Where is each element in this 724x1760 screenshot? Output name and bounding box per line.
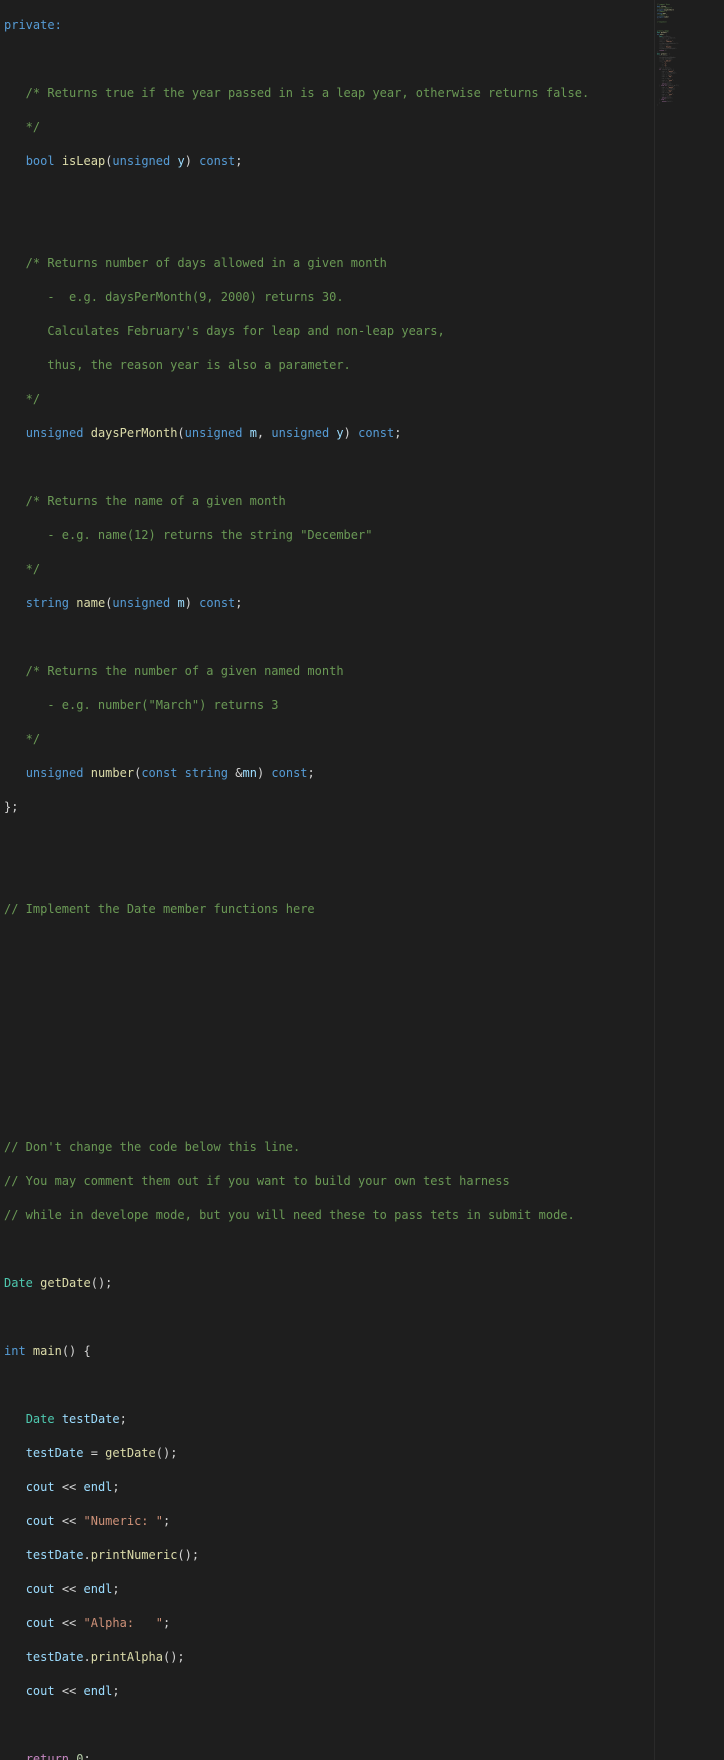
kw: unsigned [26, 426, 84, 440]
comment: // You may comment them out if you want … [4, 1174, 510, 1188]
kw: bool [26, 154, 55, 168]
param: m [250, 426, 257, 440]
type: Date [26, 1412, 55, 1426]
kw: return [26, 1752, 69, 1760]
type: Date [4, 1276, 33, 1290]
param: m [177, 596, 184, 610]
fn: number [91, 766, 134, 780]
var: cout [26, 1514, 55, 1528]
fn: main [33, 1344, 62, 1358]
var: cout [26, 1480, 55, 1494]
comment: thus, the reason year is also a paramete… [4, 358, 351, 372]
fn: getDate [105, 1446, 156, 1460]
comment: // Implement the Date member functions h… [4, 902, 315, 916]
comment: - e.g. name(12) returns the string "Dece… [4, 528, 372, 542]
code-editor[interactable]: private: /* Returns true if the year pas… [0, 0, 654, 1760]
kw: const [141, 766, 177, 780]
kw: const [199, 154, 235, 168]
kw: unsigned [112, 596, 170, 610]
param: y [177, 154, 184, 168]
comment: - e.g. daysPerMonth(9, 2000) returns 30. [4, 290, 344, 304]
var: endl [84, 1480, 113, 1494]
kw: const [271, 766, 307, 780]
comment: */ [4, 732, 40, 746]
var: testDate [26, 1650, 84, 1664]
comment: /* Returns true if the year passed in is… [4, 86, 589, 100]
var: cout [26, 1616, 55, 1630]
kw-private: private: [4, 18, 62, 32]
num: 0 [76, 1752, 83, 1760]
fn: printAlpha [91, 1650, 163, 1664]
comment: // while in develope mode, but you will … [4, 1208, 575, 1222]
comment: /* Returns the number of a given named m… [4, 664, 344, 678]
kw: unsigned [112, 154, 170, 168]
kw: string [26, 596, 69, 610]
kw: unsigned [185, 426, 243, 440]
var: testDate [26, 1446, 84, 1460]
kw: unsigned [26, 766, 84, 780]
param: y [336, 426, 343, 440]
fn: daysPerMonth [91, 426, 178, 440]
str: "Numeric: " [84, 1514, 163, 1528]
fn: name [76, 596, 105, 610]
fn: printNumeric [91, 1548, 178, 1562]
str: "Alpha: " [84, 1616, 163, 1630]
var: endl [84, 1582, 113, 1596]
var: endl [84, 1684, 113, 1698]
minimap-content: // comment lines bool isLeap /* block co… [657, 2, 723, 106]
fn: getDate [40, 1276, 91, 1290]
comment: */ [4, 562, 40, 576]
comment: */ [4, 392, 40, 406]
comment: /* Returns number of days allowed in a g… [4, 256, 387, 270]
comment: Calculates February's days for leap and … [4, 324, 445, 338]
var: cout [26, 1582, 55, 1596]
kw: const [358, 426, 394, 440]
kw: const [199, 596, 235, 610]
comment: /* Returns the name of a given month [4, 494, 286, 508]
fn: isLeap [62, 154, 105, 168]
kw: string [185, 766, 228, 780]
comment: - e.g. number("March") returns 3 [4, 698, 279, 712]
comment: // Don't change the code below this line… [4, 1140, 300, 1154]
comment: */ [4, 120, 40, 134]
kw: int [4, 1344, 26, 1358]
var: testDate [26, 1548, 84, 1562]
param: mn [242, 766, 256, 780]
var: cout [26, 1684, 55, 1698]
minimap[interactable]: // comment lines bool isLeap /* block co… [654, 0, 724, 1760]
var: testDate [62, 1412, 120, 1426]
kw: unsigned [271, 426, 329, 440]
